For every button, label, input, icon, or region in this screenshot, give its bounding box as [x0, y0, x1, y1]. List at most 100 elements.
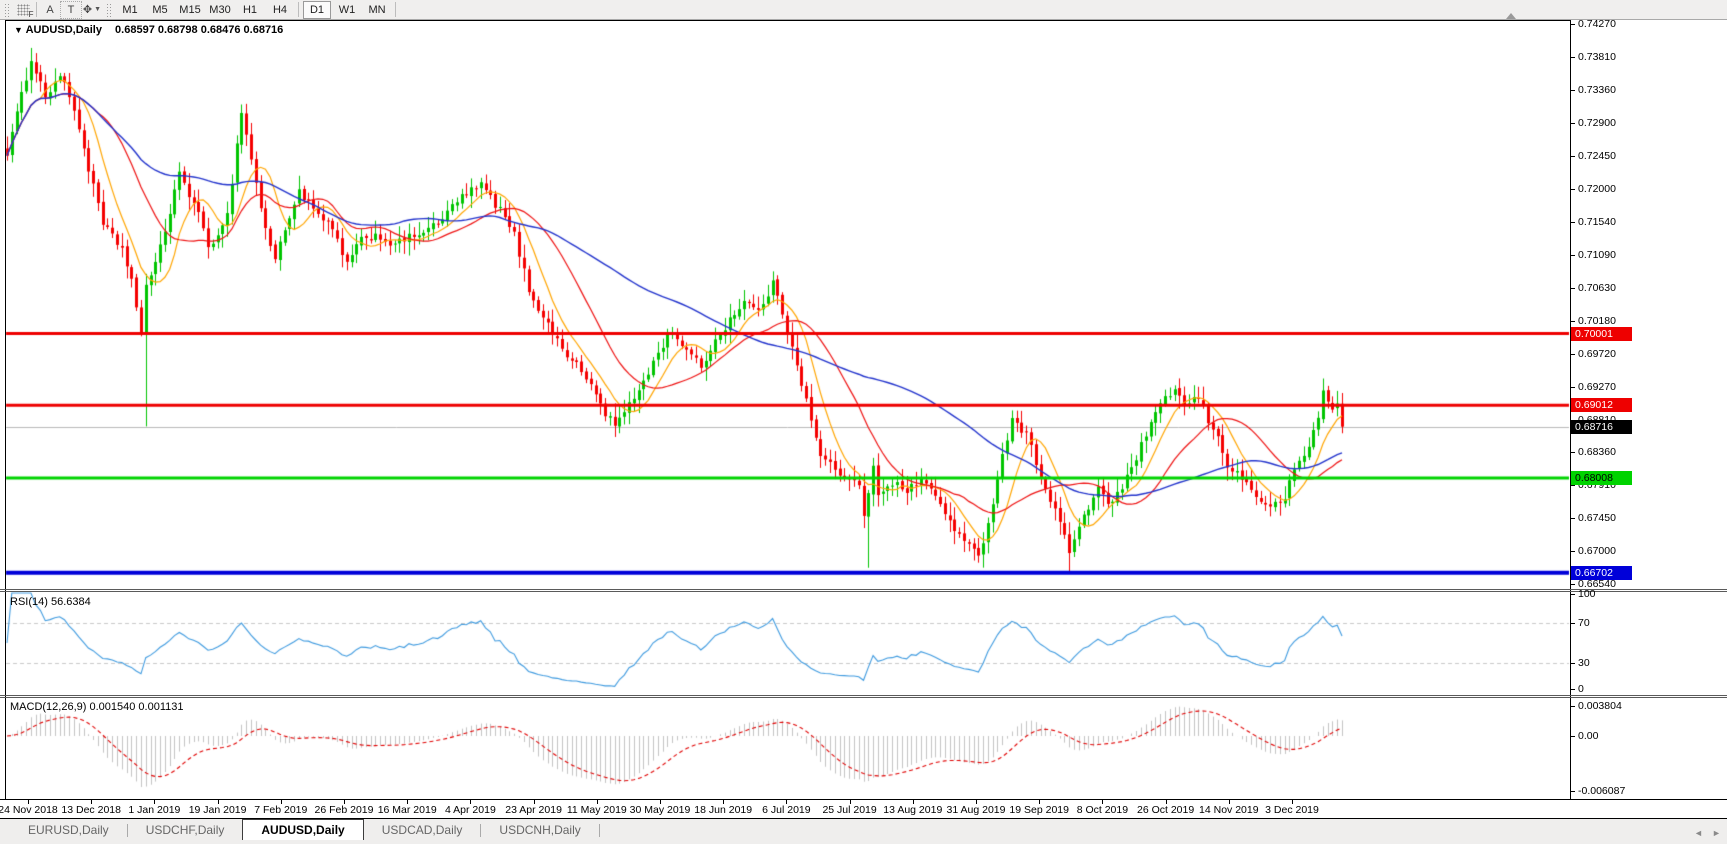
- timeframe-mn-button[interactable]: MN: [363, 1, 391, 19]
- date-tick-label: 4 Apr 2019: [444, 804, 496, 816]
- price-tick-mark: [1570, 584, 1575, 585]
- price-tick-label: 0.69720: [1578, 347, 1616, 360]
- rsi-axis-label: 100: [1578, 588, 1596, 600]
- price-tick-mark: [1570, 387, 1575, 388]
- rsi-label: RSI(14) 56.6384: [10, 596, 91, 608]
- chart-symbol-label: AUDUSD,Daily: [25, 24, 102, 36]
- price-tick-mark: [1570, 485, 1575, 486]
- chart-top-border: [5, 20, 1570, 21]
- date-tick-label: 7 Feb 2019: [254, 804, 308, 816]
- price-tick-mark: [1570, 156, 1575, 157]
- pane-splitter[interactable]: [0, 589, 1727, 590]
- price-tick-mark: [1570, 255, 1575, 256]
- price-tick-label: 0.67450: [1578, 512, 1616, 525]
- ohlc-close: 0.68716: [243, 24, 284, 36]
- price-tick-mark: [1570, 57, 1575, 58]
- toolbar-drag-handle[interactable]: [106, 2, 111, 17]
- price-tick-mark: [1570, 123, 1575, 124]
- price-tick-label: 0.67000: [1578, 545, 1616, 558]
- tab-usdcad-daily[interactable]: USDCAD,Daily: [364, 819, 481, 840]
- ohlc-open: 0.68597: [115, 24, 155, 36]
- grid-profile-icon[interactable]: F: [13, 2, 34, 19]
- ohlc-low: 0.68476: [200, 24, 241, 36]
- price-tick-label: 0.69270: [1578, 380, 1616, 393]
- chart-title: ▼ AUDUSD,Daily 0.68597 0.68798 0.68476 0…: [14, 24, 283, 36]
- date-tick-label: 11 May 2019: [566, 804, 627, 816]
- tab-separator: [598, 824, 600, 837]
- chart-shift-marker[interactable]: [1506, 13, 1516, 19]
- pane-splitter[interactable]: [0, 697, 1727, 698]
- chart-left-border: [5, 20, 6, 799]
- price-tick-mark: [1570, 222, 1575, 223]
- price-tick-label: 0.73810: [1578, 51, 1616, 64]
- date-tick-label: 30 May 2019: [629, 804, 691, 816]
- price-tick-mark: [1570, 90, 1575, 91]
- date-tick-label: 24 Nov 2018: [0, 804, 58, 816]
- price-tick-label: 0.70180: [1578, 314, 1616, 327]
- price-tick-mark: [1570, 189, 1575, 190]
- tab-scroll-left-button[interactable]: ◄: [1694, 828, 1703, 838]
- timeframe-m5-button[interactable]: M5: [146, 1, 174, 19]
- date-tick-label: 31 Aug 2019: [946, 804, 1006, 816]
- date-tick-label: 1 Jan 2019: [128, 804, 181, 816]
- toolbar-separator: [395, 2, 396, 17]
- macd-bottom-border: [0, 799, 1727, 800]
- date-tick-label: 23 Apr 2019: [505, 804, 562, 816]
- price-level-tag[interactable]: 0.68008: [1571, 470, 1632, 485]
- price-tick-label: 0.68360: [1578, 446, 1616, 459]
- ohlc-high: 0.68798: [157, 24, 198, 36]
- timeframe-w1-button[interactable]: W1: [333, 1, 361, 19]
- price-level-tag[interactable]: 0.68716: [1571, 419, 1632, 434]
- macd-axis-label: 0.003804: [1578, 700, 1622, 712]
- date-tick-label: 19 Sep 2019: [1009, 804, 1069, 816]
- arrange-arrows-icon[interactable]: ✥ ▼: [82, 2, 102, 18]
- price-tick-mark: [1570, 518, 1575, 519]
- pane-splitter[interactable]: [0, 591, 1727, 592]
- macd-label: MACD(12,26,9) 0.001540 0.001131: [10, 701, 184, 713]
- date-tick-label: 19 Jan 2019: [188, 804, 247, 816]
- timeframe-h4-button[interactable]: H4: [266, 1, 294, 19]
- date-tick-label: 8 Oct 2019: [1076, 804, 1129, 816]
- toolbar: F A T ✥ ▼ M1 M5 M15 M30 H1 H4 D1 W1 MN: [0, 0, 1727, 20]
- date-tick-label: 26 Oct 2019: [1136, 804, 1195, 816]
- symbol-dropdown-icon[interactable]: ▼: [14, 25, 23, 35]
- price-tick-mark: [1570, 551, 1575, 552]
- rsi-axis-label: 70: [1578, 617, 1590, 629]
- timeframe-h1-button[interactable]: H1: [236, 1, 264, 19]
- tab-usdcnh-daily[interactable]: USDCNH,Daily: [481, 819, 598, 840]
- tab-usdchf-daily[interactable]: USDCHF,Daily: [128, 819, 243, 840]
- toolbar-separator: [36, 2, 37, 17]
- toolbar-drag-handle[interactable]: [4, 2, 9, 17]
- text-tool-icon[interactable]: T: [60, 0, 82, 19]
- timeframe-m1-button[interactable]: M1: [116, 1, 144, 19]
- rsi-axis-label: 30: [1578, 657, 1590, 669]
- tab-eurusd-daily[interactable]: EURUSD,Daily: [10, 819, 127, 840]
- price-level-tag[interactable]: 0.70001: [1571, 326, 1632, 341]
- chart-tab-bar: EURUSD,Daily USDCHF,Daily AUDUSD,Daily U…: [0, 818, 1727, 844]
- date-tick-label: 16 Mar 2019: [377, 804, 437, 816]
- price-tick-label: 0.71090: [1578, 248, 1616, 261]
- price-level-tag[interactable]: 0.69012: [1571, 398, 1632, 413]
- date-tick-label: 13 Aug 2019: [883, 804, 943, 816]
- dropdown-caret-icon[interactable]: ▼: [94, 6, 101, 13]
- date-tick-label: 3 Dec 2019: [1265, 804, 1319, 816]
- timeframe-d1-button[interactable]: D1: [303, 0, 331, 19]
- trading-app-window: F A T ✥ ▼ M1 M5 M15 M30 H1 H4 D1 W1 MN ▼…: [0, 0, 1727, 844]
- timeframe-m30-button[interactable]: M30: [206, 1, 234, 19]
- macd-axis-label: -0.006087: [1578, 785, 1626, 797]
- chart-canvas[interactable]: [0, 0, 1727, 844]
- tab-scroll-right-button[interactable]: ►: [1712, 828, 1721, 838]
- tab-audusd-daily[interactable]: AUDUSD,Daily: [242, 819, 364, 840]
- pane-splitter[interactable]: [0, 695, 1727, 696]
- timeframe-m15-button[interactable]: M15: [176, 1, 204, 19]
- price-tick-label: 0.74270: [1578, 18, 1616, 30]
- timeframe-group: M1 M5 M15 M30 H1 H4 D1 W1 MN: [115, 0, 399, 19]
- price-level-tag[interactable]: 0.66702: [1571, 565, 1632, 580]
- price-tick-label: 0.72000: [1578, 182, 1616, 195]
- price-tick-mark: [1570, 354, 1575, 355]
- date-tick-label: 13 Dec 2018: [61, 804, 121, 816]
- toolbar-separator: [298, 2, 299, 17]
- price-tick-label: 0.72450: [1578, 149, 1616, 162]
- insert-label-icon[interactable]: A: [40, 2, 60, 18]
- macd-axis-label: 0.00: [1578, 730, 1599, 742]
